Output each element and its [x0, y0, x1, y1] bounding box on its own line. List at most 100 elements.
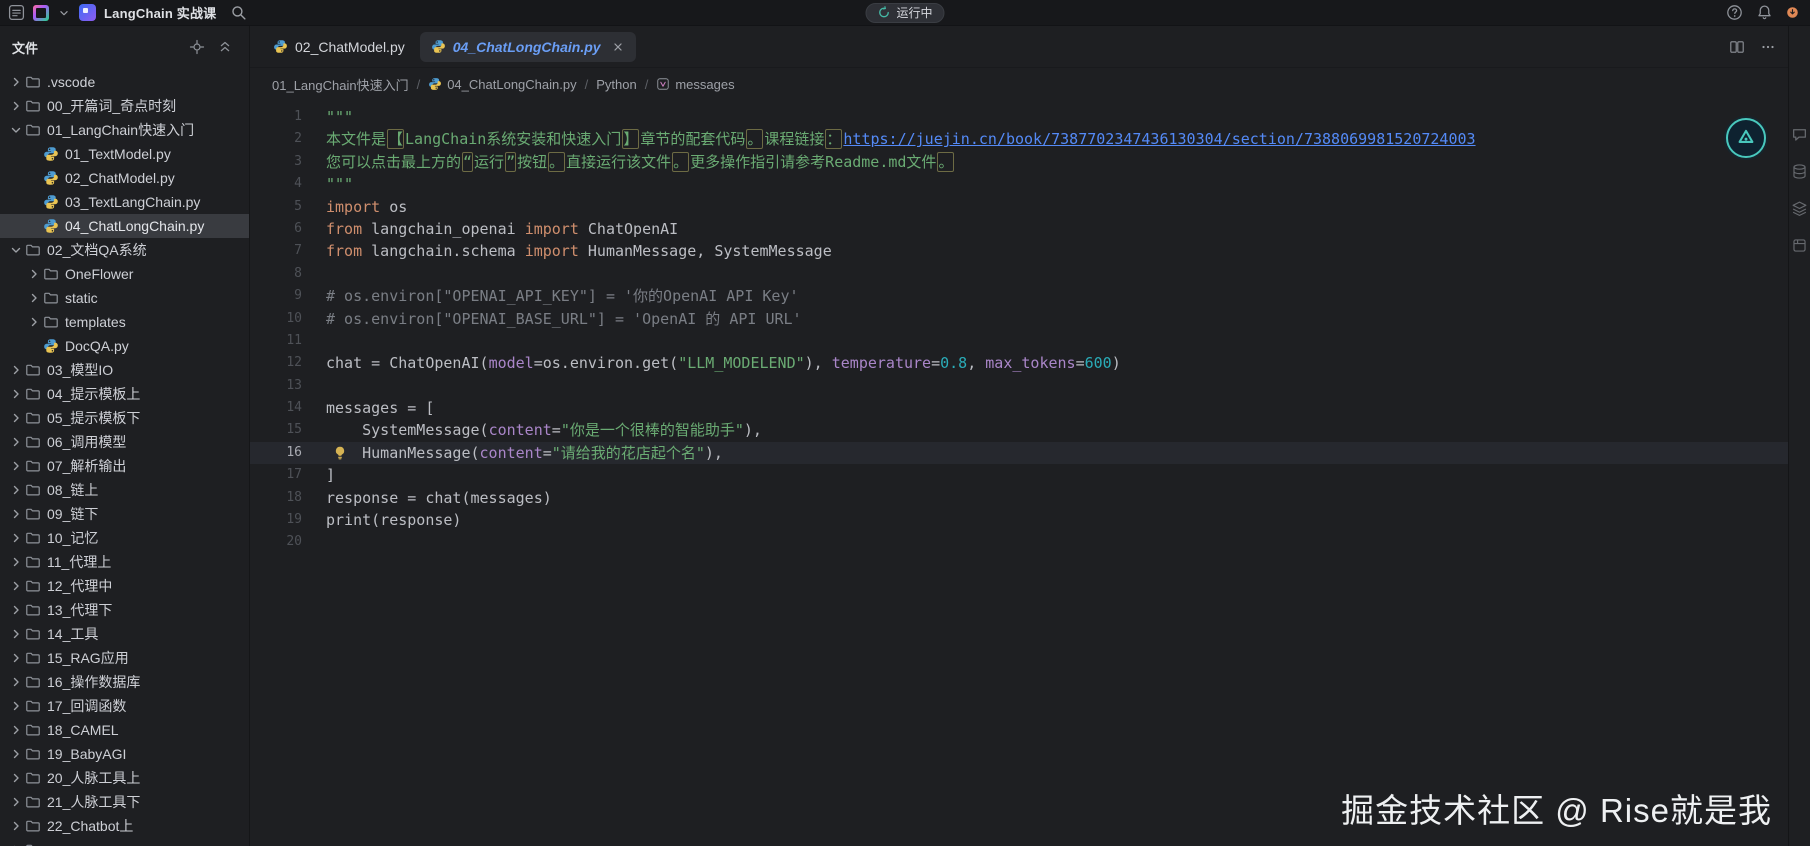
tree-item[interactable]: 01_LangChain快速入门	[0, 118, 249, 142]
chevron-right-icon[interactable]	[8, 482, 24, 498]
chevron-right-icon[interactable]	[8, 650, 24, 666]
package-icon[interactable]	[1791, 237, 1808, 254]
tree-item[interactable]: 02_ChatModel.py	[0, 166, 249, 190]
chevron-down-icon[interactable]	[8, 122, 24, 138]
more-options-icon[interactable]	[1760, 39, 1776, 55]
code-line[interactable]: 20	[250, 531, 1788, 553]
chevron-right-icon[interactable]	[8, 506, 24, 522]
database-icon[interactable]	[1791, 163, 1808, 180]
chevron-right-icon[interactable]	[8, 554, 24, 570]
chevron-right-icon[interactable]	[8, 362, 24, 378]
collapse-all-icon[interactable]	[217, 39, 233, 55]
tree-item[interactable]: templates	[0, 310, 249, 334]
breadcrumb-item[interactable]: 01_LangChain快速入门	[272, 75, 409, 94]
chevron-right-icon[interactable]	[8, 410, 24, 426]
chevron-right-icon[interactable]	[8, 386, 24, 402]
chevron-right-icon[interactable]	[8, 770, 24, 786]
code-editor[interactable]: 1"""2本文件是【LangChain系统安装和快速入门】章节的配套代码。课程链…	[250, 100, 1788, 846]
chevron-right-icon[interactable]	[8, 722, 24, 738]
tree-item[interactable]: 21_人脉工具下	[0, 790, 249, 814]
tree-item[interactable]: 00_开篇词_奇点时刻	[0, 94, 249, 118]
code-line[interactable]: 7from langchain.schema import HumanMessa…	[250, 240, 1788, 262]
chevron-right-icon[interactable]	[26, 314, 42, 330]
code-line[interactable]: 17]	[250, 464, 1788, 486]
tree-item[interactable]: 19_BabyAGI	[0, 742, 249, 766]
tree-item[interactable]: 01_TextModel.py	[0, 142, 249, 166]
tree-item[interactable]: 13_代理下	[0, 598, 249, 622]
tree-item[interactable]: 04_ChatLongChain.py	[0, 214, 249, 238]
breadcrumb-item[interactable]: 04_ChatLongChain.py	[428, 77, 576, 92]
code-line[interactable]: 6from langchain_openai import ChatOpenAI	[250, 218, 1788, 240]
code-line[interactable]: 2本文件是【LangChain系统安装和快速入门】章节的配套代码。课程链接：ht…	[250, 128, 1788, 150]
breadcrumb-item[interactable]: messages	[656, 77, 734, 92]
project-name[interactable]: LangChain 实战课	[104, 3, 216, 22]
chevron-down-icon[interactable]	[8, 242, 24, 258]
chevron-right-icon[interactable]	[8, 818, 24, 834]
chevron-right-icon[interactable]	[8, 578, 24, 594]
code-line[interactable]: 4"""	[250, 173, 1788, 195]
tree-item[interactable]: OneFlower	[0, 262, 249, 286]
code-line[interactable]: 15 SystemMessage(content="你是一个很棒的智能助手"),	[250, 419, 1788, 441]
code-line[interactable]: 19print(response)	[250, 509, 1788, 531]
chevron-right-icon[interactable]	[8, 98, 24, 114]
chevron-right-icon[interactable]	[8, 602, 24, 618]
tree-item[interactable]: 02_文档QA系统	[0, 238, 249, 262]
tree-item[interactable]: 06_调用模型	[0, 430, 249, 454]
tree-item[interactable]: 08_链上	[0, 478, 249, 502]
layers-icon[interactable]	[1791, 200, 1808, 217]
tree-item[interactable]: 20_人脉工具上	[0, 766, 249, 790]
chevron-right-icon[interactable]	[8, 530, 24, 546]
tree-item[interactable]: 16_操作数据库	[0, 670, 249, 694]
tree-item[interactable]: 04_提示模板上	[0, 382, 249, 406]
chevron-right-icon[interactable]	[8, 746, 24, 762]
tree-item[interactable]: 18_CAMEL	[0, 718, 249, 742]
chevron-right-icon[interactable]	[8, 698, 24, 714]
chevron-right-icon[interactable]	[8, 458, 24, 474]
help-icon[interactable]	[1726, 4, 1743, 21]
code-line[interactable]: 11	[250, 330, 1788, 352]
tree-item[interactable]: DocQA.py	[0, 334, 249, 358]
update-available-icon[interactable]	[1786, 6, 1799, 19]
tree-item-partial[interactable]	[0, 838, 249, 846]
chevron-right-icon[interactable]	[8, 794, 24, 810]
intention-lightbulb-icon[interactable]	[332, 445, 348, 461]
code-line[interactable]: 9# os.environ["OPENAI_API_KEY"] = '你的Ope…	[250, 285, 1788, 307]
tree-item[interactable]: 03_模型IO	[0, 358, 249, 382]
tree-item[interactable]: 15_RAG应用	[0, 646, 249, 670]
chevron-right-icon[interactable]	[26, 290, 42, 306]
chevron-right-icon[interactable]	[8, 626, 24, 642]
search-icon[interactable]	[230, 4, 247, 21]
ide-logo-icon[interactable]	[33, 5, 49, 21]
main-menu-icon[interactable]	[8, 4, 25, 21]
chevron-right-icon[interactable]	[8, 434, 24, 450]
run-status-widget[interactable]: 运行中	[865, 3, 944, 23]
tree-item[interactable]: 10_记忆	[0, 526, 249, 550]
chevron-down-icon[interactable]	[57, 6, 71, 20]
notifications-bell-icon[interactable]	[1756, 4, 1773, 21]
code-line[interactable]: 13	[250, 375, 1788, 397]
code-line[interactable]: 8	[250, 263, 1788, 285]
chevron-right-icon[interactable]	[8, 842, 24, 846]
locate-file-icon[interactable]	[189, 39, 205, 55]
editor-tab[interactable]: 04_ChatLongChain.py	[420, 32, 636, 62]
tree-item[interactable]: .vscode	[0, 70, 249, 94]
tree-item[interactable]: 22_Chatbot上	[0, 814, 249, 838]
chevron-right-icon[interactable]	[8, 674, 24, 690]
code-line[interactable]: 16 HumanMessage(content="请给我的花店起个名"),	[250, 442, 1788, 464]
close-icon[interactable]	[611, 40, 625, 54]
tree-item[interactable]: 11_代理上	[0, 550, 249, 574]
tree-item[interactable]: 05_提示模板下	[0, 406, 249, 430]
tree-item[interactable]: 17_回调函数	[0, 694, 249, 718]
chevron-right-icon[interactable]	[8, 74, 24, 90]
tree-item[interactable]: 03_TextLangChain.py	[0, 190, 249, 214]
tree-item[interactable]: 12_代理中	[0, 574, 249, 598]
tree-item[interactable]: 14_工具	[0, 622, 249, 646]
code-line[interactable]: 14messages = [	[250, 397, 1788, 419]
tree-item[interactable]: 07_解析输出	[0, 454, 249, 478]
chevron-right-icon[interactable]	[26, 266, 42, 282]
tree-item[interactable]: 09_链下	[0, 502, 249, 526]
code-line[interactable]: 10# os.environ["OPENAI_BASE_URL"] = 'Ope…	[250, 308, 1788, 330]
ai-assistant-avatar[interactable]	[1726, 118, 1766, 158]
breadcrumb-item[interactable]: Python	[596, 77, 636, 92]
code-line[interactable]: 5import os	[250, 196, 1788, 218]
